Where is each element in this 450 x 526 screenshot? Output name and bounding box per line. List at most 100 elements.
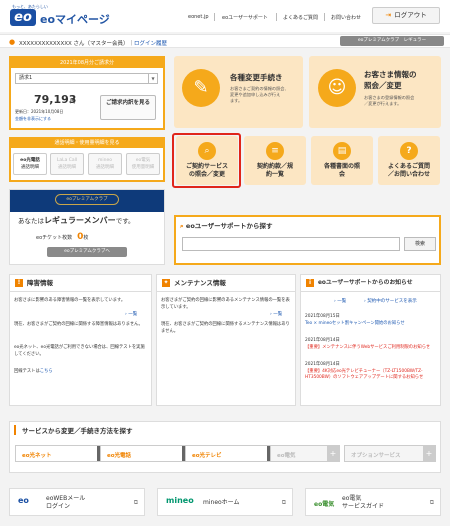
service-eo-tv[interactable]: eo光テレビ+ (185, 445, 280, 462)
call-button-eo-phone[interactable]: eo光電話通話明細 (13, 153, 47, 175)
nav-link-support[interactable]: eoユーザーサポート (222, 14, 268, 21)
maintenance-text-1: お客さまがご契約の回線に影響のあるメンテナンス情報の一覧を表示しています。 (161, 298, 290, 310)
line-test-label: 回線テストは (14, 369, 40, 374)
eo-denki-guide-link[interactable]: eo電気 eo電気 サービスガイド ⧉ (305, 488, 441, 516)
news-text[interactable]: 【重要】メンテナンスに伴うWebサービスご利用制限のお知らせ (305, 345, 437, 352)
service-name: eo光電話 (107, 453, 132, 459)
logout-button[interactable]: ⇥ ログアウト (372, 7, 440, 24)
search-input[interactable] (182, 237, 400, 251)
nav-link-eonet[interactable]: eonet.jp (188, 14, 209, 20)
trouble-text-1: お客さまに影響のある障害情報の一覧を表示しています。 (14, 298, 126, 303)
tile-label: 各種書面の照会 (311, 163, 373, 179)
call-title: 通話明細・使用量明細を見る (11, 139, 163, 148)
news-item[interactable]: 2021年08月15日 Teo × mineoセット割キャンペーン開始のお知らせ (305, 314, 437, 327)
eo-logo[interactable]: eo (10, 9, 36, 26)
hide-amount-link[interactable]: 金額を非表示にする (15, 116, 51, 122)
bill-select[interactable]: 請求1 ▼ (15, 73, 158, 84)
external-link-icon: ⧉ (281, 499, 286, 506)
link-label: eoWEBメール ログイン (46, 495, 85, 511)
search-button[interactable]: 検索 (404, 237, 436, 251)
maintenance-list-link[interactable]: › 一覧 (270, 311, 282, 317)
procedures-desc: お客さまご契約の情報の照会、 変更や追加申し込みが行え ます。 (230, 86, 289, 104)
service-eo-net[interactable]: eo光ネット+ (15, 445, 110, 462)
news-text[interactable]: 【重要】4K対応eo光テレビチューナー（TZ-LT1500BW/TZ-HT350… (305, 369, 437, 382)
link-line: eoWEBメール (46, 495, 86, 502)
news-text[interactable]: Teo × mineoセット割キャンペーン開始のお知らせ (305, 321, 437, 328)
divider (214, 13, 215, 21)
tile-label-line: ／お問い合わせ (387, 171, 430, 178)
plus-icon: + (423, 446, 435, 461)
news-item[interactable]: 2021年08月14日 【重要】4K対応eo光テレビチューナー（TZ-LT1500… (305, 362, 437, 382)
call-button-label: eo光電話 (20, 158, 40, 163)
warning-icon: ! (15, 279, 23, 287)
user-name: XXXXXXXXXXXXXX さん（マスター会員） (19, 41, 129, 47)
service-eo-denki: eo電気 + (270, 445, 340, 462)
call-button-label: LaLa Call (56, 158, 78, 163)
user-profile-icon: ☺ (318, 69, 356, 107)
call-button-sublabel: 通話明細 (21, 165, 39, 170)
nav-link-faq[interactable]: よくあるご質問 (283, 14, 318, 21)
maintenance-panel (156, 274, 296, 406)
link-label: eo電気 サービスガイド (342, 495, 384, 511)
eo-denki-logo: eo電気 (314, 501, 335, 508)
line-test-text: 回線テストはこちら (14, 369, 147, 376)
line-test-link[interactable]: こちら (40, 369, 53, 374)
user-info: XXXXXXXXXXXXXX さん（マスター会員）｜ログイン履歴 (19, 41, 168, 47)
trouble-text-2: 現在、お客さまがご契約の回線に関係する障害情報はありません。 (14, 322, 143, 327)
nav-link-contact[interactable]: お問い合わせ (331, 14, 361, 21)
divider (324, 13, 325, 21)
link-label: mineoホーム (203, 499, 240, 507)
member-suffix: です。 (115, 217, 135, 225)
premium-status-badge[interactable]: eoプレミアムクラブ レギュラー (340, 36, 444, 46)
contract-services-link[interactable]: › 契約中のサービスを表示 (364, 298, 417, 304)
ticket-info: eoチケット枚数 0枚 (36, 232, 88, 242)
wrench-icon: ✦ (162, 279, 170, 287)
highlight-box (172, 133, 241, 188)
terms-tile[interactable]: ≡ 契約約款／規 約一覧 (244, 136, 306, 185)
maintenance-header: ✦ メンテナンス情報 (156, 274, 296, 292)
tile-label-line: よくあるご質問 (387, 163, 430, 170)
customer-title-1: お客さま情報の (364, 70, 417, 79)
call-button-eo-denki: eo電気 使用量明細 (126, 153, 160, 175)
service-options: オプションサービス + (344, 445, 436, 462)
bill-unit: 円 (70, 99, 76, 105)
list-icon: ▤ (333, 142, 351, 160)
member-prefix: あなたは (18, 217, 44, 225)
news-list-link[interactable]: › 一覧 (334, 298, 346, 304)
eo-logo: eo (18, 496, 29, 505)
premium-club-button[interactable]: eoプレミアムクラブへ (47, 247, 127, 257)
trouble-list-link[interactable]: › 一覧 (125, 311, 137, 317)
tile-label: 契約約款／規 約一覧 (244, 163, 306, 179)
member-rank-text: あなたはレギュラーメンバーです。 (18, 215, 135, 226)
call-button-lalacall: LaLa Call 通話明細 (50, 153, 84, 175)
ticket-unit: 枚 (83, 235, 89, 241)
page-title[interactable]: eoマイページ (40, 11, 110, 27)
service-name: eo光テレビ (192, 453, 222, 459)
maintenance-text-2: 現在、お客さまがご契約の回線に関係するメンテナンス情報はありません。 (161, 322, 290, 334)
user-icon: ● (9, 38, 16, 46)
trouble-header: ! 障害情報 (9, 274, 152, 292)
mineo-home-link[interactable]: mineo mineoホーム ⧉ (157, 488, 293, 516)
trouble-text-3: eo光ネット、eo光電話がご利用できない場合は、回線テストを実施してください。 (14, 345, 145, 357)
logout-icon: ⇥ (385, 11, 392, 19)
eo-webmail-link[interactable]: eo eoWEBメール ログイン ⧉ (9, 488, 145, 516)
news-item[interactable]: 2021年08月14日 【重要】メンテナンスに伴うWebサービスご利用制限のお知ら… (305, 338, 437, 351)
faq-tile[interactable]: ? よくあるご質問 ／お問い合わせ (378, 136, 440, 185)
question-icon: ? (400, 142, 418, 160)
service-change-title: サービスから変更／手続き方法を探す (14, 425, 133, 435)
mineo-logo: mineo (166, 496, 194, 505)
service-name: オプションサービス (351, 453, 401, 459)
call-button-sublabel: 使用量明細 (131, 165, 155, 170)
bill-detail-button[interactable]: ご請求内訳を見る (100, 95, 156, 120)
service-eo-phone[interactable]: eo光電話+ (100, 445, 195, 462)
login-history-link[interactable]: ログイン履歴 (134, 41, 167, 47)
link-line: サービスガイド (342, 503, 385, 510)
search-title-text: eoユーザーサポートから探す (185, 222, 273, 230)
documents-tile[interactable]: ▤ 各種書面の照会 (311, 136, 373, 185)
contract-services-label: 契約中のサービスを表示 (367, 299, 417, 304)
bill-updated-date: 更新日：2021年10月08日 (15, 109, 64, 114)
bill-title: 2021年08月分ご請求分 (11, 58, 163, 68)
ticket-label: eoチケット枚数 (36, 235, 73, 241)
customer-desc: お客さまの登録情報の照会 ／変更が行えます。 (364, 95, 414, 107)
info-icon: i (306, 279, 314, 287)
